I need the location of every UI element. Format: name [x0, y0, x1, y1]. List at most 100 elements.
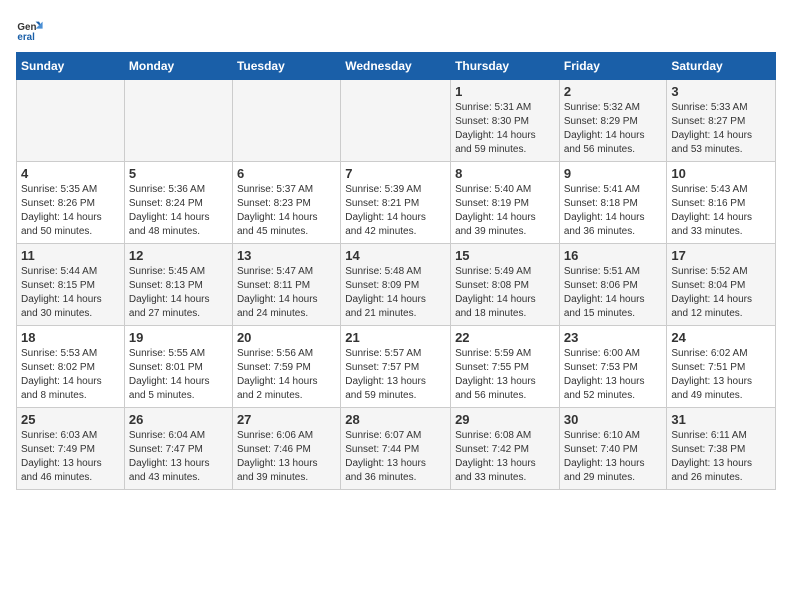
day-cell: 8 Sunrise: 5:40 AM Sunset: 8:19 PM Daylig… — [451, 162, 560, 244]
day-info: Sunrise: 5:33 AM Sunset: 8:27 PM Dayligh… — [671, 101, 771, 157]
day-info: Sunrise: 5:35 AM Sunset: 8:26 PM Dayligh… — [21, 183, 120, 239]
day-header-thursday: Thursday — [451, 53, 560, 80]
week-row-3: 11Sunrise: 5:44 AM Sunset: 8:15 PM Dayli… — [17, 244, 776, 326]
day-number: 1 — [455, 84, 555, 99]
day-cell: 29 Sunrise: 6:08 AM Sunset: 7:42 PM Dayli… — [451, 408, 560, 490]
day-info: Sunrise: 6:04 AM Sunset: 7:47 PM Dayligh… — [129, 429, 228, 485]
day-number: 18 — [21, 330, 120, 345]
day-header-tuesday: Tuesday — [232, 53, 340, 80]
day-header-monday: Monday — [124, 53, 232, 80]
day-number: 4 — [21, 166, 120, 181]
day-number: 9 — [564, 166, 663, 181]
day-info: Sunrise: 5:51 AM Sunset: 8:06 PM Dayligh… — [564, 265, 663, 321]
logo-icon: Gen eral — [16, 16, 44, 44]
day-number: 19 — [129, 330, 228, 345]
day-cell: 17 Sunrise: 5:52 AM Sunset: 8:04 PM Dayli… — [667, 244, 776, 326]
day-cell: 21Sunrise: 5:57 AM Sunset: 7:57 PM Dayli… — [341, 326, 451, 408]
day-info: Sunrise: 6:02 AM Sunset: 7:51 PM Dayligh… — [671, 347, 771, 403]
day-cell: 20 Sunrise: 5:56 AM Sunset: 7:59 PM Dayli… — [232, 326, 340, 408]
day-info: Sunrise: 5:31 AM Sunset: 8:30 PM Dayligh… — [455, 101, 555, 157]
day-info: Sunrise: 5:52 AM Sunset: 8:04 PM Dayligh… — [671, 265, 771, 321]
day-number: 31 — [671, 412, 771, 427]
day-number: 16 — [564, 248, 663, 263]
day-cell: 14 Sunrise: 5:48 AM Sunset: 8:09 PM Dayli… — [341, 244, 451, 326]
day-number: 22 — [455, 330, 555, 345]
day-cell: 3 Sunrise: 5:33 AM Sunset: 8:27 PM Daylig… — [667, 80, 776, 162]
day-number: 30 — [564, 412, 663, 427]
day-number: 29 — [455, 412, 555, 427]
day-number: 8 — [455, 166, 555, 181]
day-cell: 16 Sunrise: 5:51 AM Sunset: 8:06 PM Dayli… — [559, 244, 667, 326]
day-cell: 22 Sunrise: 5:59 AM Sunset: 7:55 PM Dayli… — [451, 326, 560, 408]
week-row-5: 25 Sunrise: 6:03 AM Sunset: 7:49 PM Dayli… — [17, 408, 776, 490]
day-cell: 26 Sunrise: 6:04 AM Sunset: 7:47 PM Dayli… — [124, 408, 232, 490]
day-cell: 9 Sunrise: 5:41 AM Sunset: 8:18 PM Daylig… — [559, 162, 667, 244]
day-number: 5 — [129, 166, 228, 181]
day-number: 7 — [345, 166, 446, 181]
day-number: 2 — [564, 84, 663, 99]
day-info: Sunrise: 5:47 AM Sunset: 8:11 PM Dayligh… — [237, 265, 336, 321]
day-cell: 6 Sunrise: 5:37 AM Sunset: 8:23 PM Daylig… — [232, 162, 340, 244]
day-info: Sunrise: 6:08 AM Sunset: 7:42 PM Dayligh… — [455, 429, 555, 485]
day-number: 11 — [21, 248, 120, 263]
day-info: Sunrise: 6:07 AM Sunset: 7:44 PM Dayligh… — [345, 429, 446, 485]
day-info: Sunrise: 5:49 AM Sunset: 8:08 PM Dayligh… — [455, 265, 555, 321]
day-header-wednesday: Wednesday — [341, 53, 451, 80]
day-info: Sunrise: 5:37 AM Sunset: 8:23 PM Dayligh… — [237, 183, 336, 239]
day-cell — [124, 80, 232, 162]
day-cell: 24 Sunrise: 6:02 AM Sunset: 7:51 PM Dayli… — [667, 326, 776, 408]
day-number: 25 — [21, 412, 120, 427]
day-number: 10 — [671, 166, 771, 181]
day-info: Sunrise: 5:48 AM Sunset: 8:09 PM Dayligh… — [345, 265, 446, 321]
day-cell: 23 Sunrise: 6:00 AM Sunset: 7:53 PM Dayli… — [559, 326, 667, 408]
day-cell — [341, 80, 451, 162]
day-header-sunday: Sunday — [17, 53, 125, 80]
day-info: Sunrise: 6:11 AM Sunset: 7:38 PM Dayligh… — [671, 429, 771, 485]
day-cell: 10 Sunrise: 5:43 AM Sunset: 8:16 PM Dayli… — [667, 162, 776, 244]
day-cell: 31 Sunrise: 6:11 AM Sunset: 7:38 PM Dayli… — [667, 408, 776, 490]
day-info: Sunrise: 5:53 AM Sunset: 8:02 PM Dayligh… — [21, 347, 120, 403]
svg-text:eral: eral — [17, 32, 35, 43]
day-cell: 18 Sunrise: 5:53 AM Sunset: 8:02 PM Dayli… — [17, 326, 125, 408]
day-info: Sunrise: 5:39 AM Sunset: 8:21 PM Dayligh… — [345, 183, 446, 239]
day-info: Sunrise: 6:06 AM Sunset: 7:46 PM Dayligh… — [237, 429, 336, 485]
week-row-1: 1 Sunrise: 5:31 AM Sunset: 8:30 PM Daylig… — [17, 80, 776, 162]
header-row: SundayMondayTuesdayWednesdayThursdayFrid… — [17, 53, 776, 80]
week-row-4: 18 Sunrise: 5:53 AM Sunset: 8:02 PM Dayli… — [17, 326, 776, 408]
day-cell: 11Sunrise: 5:44 AM Sunset: 8:15 PM Dayli… — [17, 244, 125, 326]
day-info: Sunrise: 5:40 AM Sunset: 8:19 PM Dayligh… — [455, 183, 555, 239]
day-number: 26 — [129, 412, 228, 427]
day-number: 15 — [455, 248, 555, 263]
day-number: 3 — [671, 84, 771, 99]
day-cell: 12Sunrise: 5:45 AM Sunset: 8:13 PM Dayli… — [124, 244, 232, 326]
day-info: Sunrise: 5:45 AM Sunset: 8:13 PM Dayligh… — [129, 265, 228, 321]
day-cell: 1 Sunrise: 5:31 AM Sunset: 8:30 PM Daylig… — [451, 80, 560, 162]
day-info: Sunrise: 5:41 AM Sunset: 8:18 PM Dayligh… — [564, 183, 663, 239]
day-cell: 25 Sunrise: 6:03 AM Sunset: 7:49 PM Dayli… — [17, 408, 125, 490]
day-cell: 2 Sunrise: 5:32 AM Sunset: 8:29 PM Daylig… — [559, 80, 667, 162]
day-info: Sunrise: 6:10 AM Sunset: 7:40 PM Dayligh… — [564, 429, 663, 485]
day-number: 24 — [671, 330, 771, 345]
day-cell: 15 Sunrise: 5:49 AM Sunset: 8:08 PM Dayli… — [451, 244, 560, 326]
day-number: 20 — [237, 330, 336, 345]
day-info: Sunrise: 5:43 AM Sunset: 8:16 PM Dayligh… — [671, 183, 771, 239]
day-info: Sunrise: 5:56 AM Sunset: 7:59 PM Dayligh… — [237, 347, 336, 403]
day-info: Sunrise: 5:36 AM Sunset: 8:24 PM Dayligh… — [129, 183, 228, 239]
day-info: Sunrise: 6:00 AM Sunset: 7:53 PM Dayligh… — [564, 347, 663, 403]
day-number: 23 — [564, 330, 663, 345]
calendar-table: SundayMondayTuesdayWednesdayThursdayFrid… — [16, 52, 776, 490]
day-number: 6 — [237, 166, 336, 181]
day-info: Sunrise: 5:32 AM Sunset: 8:29 PM Dayligh… — [564, 101, 663, 157]
week-row-2: 4 Sunrise: 5:35 AM Sunset: 8:26 PM Daylig… — [17, 162, 776, 244]
day-number: 27 — [237, 412, 336, 427]
day-info: Sunrise: 6:03 AM Sunset: 7:49 PM Dayligh… — [21, 429, 120, 485]
logo: Gen eral — [16, 16, 48, 44]
header: Gen eral — [16, 16, 776, 44]
day-header-friday: Friday — [559, 53, 667, 80]
day-cell: 27 Sunrise: 6:06 AM Sunset: 7:46 PM Dayli… — [232, 408, 340, 490]
day-cell: 4 Sunrise: 5:35 AM Sunset: 8:26 PM Daylig… — [17, 162, 125, 244]
day-info: Sunrise: 5:59 AM Sunset: 7:55 PM Dayligh… — [455, 347, 555, 403]
day-cell: 13Sunrise: 5:47 AM Sunset: 8:11 PM Dayli… — [232, 244, 340, 326]
day-number: 17 — [671, 248, 771, 263]
day-number: 14 — [345, 248, 446, 263]
